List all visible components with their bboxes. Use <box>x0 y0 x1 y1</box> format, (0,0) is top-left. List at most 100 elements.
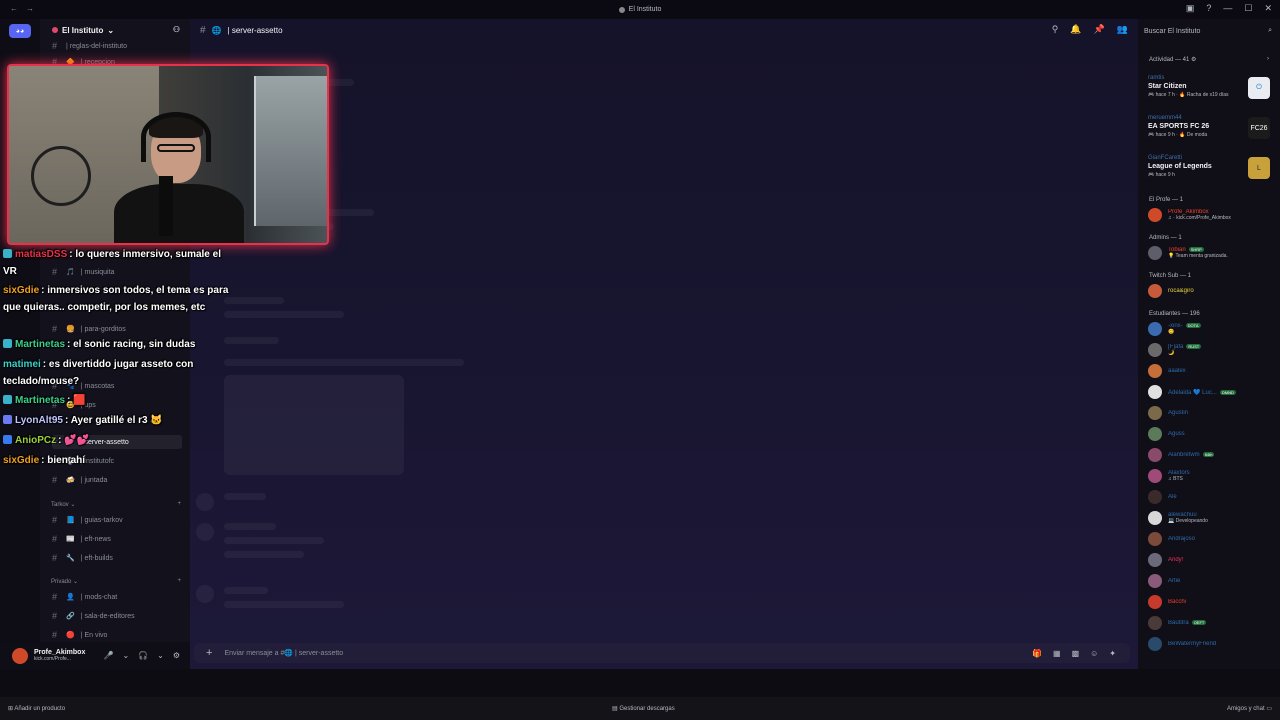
attach-plus-icon[interactable]: + <box>206 647 212 659</box>
gift-icon[interactable]: 🎁 <box>1032 649 1042 658</box>
member-text: Andrajoso <box>1168 536 1195 542</box>
pin-icon[interactable]: 📌 <box>1094 24 1105 35</box>
member-status: ♫ BTS <box>1168 476 1183 482</box>
member-item[interactable]: -xirix- DOTA 😊 <box>1148 320 1272 338</box>
channel-item[interactable]: # 🔴 | En vivo <box>52 628 182 642</box>
category-tarkov[interactable]: Tarkov ⌄ + <box>51 501 181 508</box>
sticker-icon[interactable]: ▩ <box>1072 649 1080 658</box>
channel-item[interactable]: # 🔗 | sala-de-editores <box>52 609 182 623</box>
chat-text: : 🟥 <box>67 395 86 406</box>
member-text: Tobian SHRP 💡 Team menta granizada. <box>1168 247 1228 259</box>
add-product-button[interactable]: ⊞ Añadir un producto <box>8 705 65 712</box>
guild-tag-badge: SHRP <box>1188 247 1204 252</box>
avatar[interactable] <box>12 647 28 664</box>
avatar <box>1148 490 1162 504</box>
member-item[interactable]: [F]afa RUST 🌙 <box>1148 341 1272 359</box>
member-text: Profe_Akimbox ♫ · kick.com/Profe_Akimbox <box>1168 209 1231 221</box>
member-status: 💻 Developeando <box>1168 518 1208 524</box>
activity-title: Actividad — 41 ⚙ <box>1149 57 1197 63</box>
apps-icon[interactable]: ✦ <box>1109 649 1116 658</box>
bell-icon[interactable]: 🔔 <box>1070 24 1081 35</box>
add-channel-icon[interactable]: + <box>177 501 181 508</box>
search-placeholder: Buscar El Instituto <box>1144 27 1201 35</box>
hash-icon: # <box>52 534 58 544</box>
friends-chat-button[interactable]: Amigos y chat ▭ <box>1227 705 1272 712</box>
microphone-icon[interactable]: 🎤 <box>103 651 113 660</box>
member-text: alewachuu 💻 Developeando <box>1168 512 1208 524</box>
role-header: Admins — 1 <box>1149 235 1182 241</box>
member-item[interactable]: BeWatermyFriend <box>1148 635 1272 653</box>
channel-item[interactable]: # 👤 | mods-chat <box>52 590 182 604</box>
threads-icon[interactable]: ⚲ <box>1052 24 1059 35</box>
member-status: 😊 <box>1168 329 1175 335</box>
activity-header[interactable]: Actividad — 41 ⚙ › <box>1149 56 1269 63</box>
member-item[interactable]: Tobian SHRP 💡 Team menta granizada. <box>1148 244 1272 262</box>
member-text: [F]afa RUST 🌙 <box>1168 344 1202 356</box>
chevron-down-icon[interactable]: ⌄ <box>122 651 129 660</box>
chat-text: : el sonic racing, sin dudas <box>67 339 196 350</box>
channel-item[interactable]: # | reglas-del-instituto <box>52 39 182 53</box>
channel-item[interactable]: # 🔧 | eft-builds <box>52 551 182 565</box>
activity-card[interactable]: meruemm44 EA SPORTS FC 26 🎮 hace 9 h · 🔥 D… <box>1148 115 1270 147</box>
channel-emoji-icon: 📰 <box>66 536 75 543</box>
activity-card[interactable]: GianFCaretti League of Legends 🎮 hace 9 hL <box>1148 155 1270 187</box>
channel-label: | para-gorditos <box>80 325 126 333</box>
message-input[interactable]: Enviar mensaje a #🌐 | server-assetto <box>224 649 343 657</box>
member-item[interactable]: Profe_Akimbox ♫ · kick.com/Profe_Akimbox <box>1148 206 1272 224</box>
username: Profe_Akimbox <box>34 649 86 656</box>
members-icon[interactable]: 👥 <box>1117 24 1128 35</box>
member-item[interactable]: Andy! <box>1148 551 1272 569</box>
add-member-icon[interactable]: ⚇ <box>173 25 180 34</box>
member-item[interactable]: Adelaida 💙 Luc... DMND <box>1148 383 1272 401</box>
loading-placeholder <box>224 311 344 318</box>
discord-home-icon[interactable]: ◕◕ <box>9 24 31 38</box>
member-item[interactable]: Bacchi <box>1148 593 1272 611</box>
member-item[interactable]: Ale <box>1148 488 1272 506</box>
window-controls: ▣ ? — ☐ ✕ <box>1186 3 1272 14</box>
avatar <box>1148 616 1162 630</box>
inbox-icon[interactable]: ▣ <box>1186 3 1195 14</box>
chevron-down-icon[interactable]: ⌄ <box>157 651 164 660</box>
member-item[interactable]: Agüss <box>1148 425 1272 443</box>
gear-icon[interactable]: ⚙ <box>173 651 180 660</box>
forward-arrow-icon[interactable]: → <box>26 4 34 13</box>
member-item[interactable]: alewachuu 💻 Developeando <box>1148 509 1272 527</box>
category-privado[interactable]: Privado ⌄ + <box>51 578 181 585</box>
gif-icon[interactable]: ▦ <box>1053 649 1061 658</box>
add-channel-icon[interactable]: + <box>177 578 181 585</box>
help-icon[interactable]: ? <box>1206 3 1211 14</box>
channel-label: | reglas-del-instituto <box>66 42 127 50</box>
member-item[interactable]: Agustin <box>1148 404 1272 422</box>
minimize-button[interactable]: — <box>1223 3 1232 14</box>
close-button[interactable]: ✕ <box>1264 3 1272 14</box>
member-item[interactable]: aaalex <box>1148 362 1272 380</box>
chat-message: LyonAlt95: Ayer gatillé el r3 🐱 <box>3 412 235 429</box>
chat-badge-icon <box>3 339 12 348</box>
channel-item[interactable]: # 🍻 | juntada <box>52 473 182 487</box>
activity-card[interactable]: ramtis Star Citizen 🎮 hace 7 h · 🔥 Racha d… <box>1148 75 1270 107</box>
manage-downloads-button[interactable]: ▤ Gestionar descargas <box>612 705 675 712</box>
headphones-icon[interactable]: 🎧 <box>138 651 148 660</box>
member-item[interactable]: Artie <box>1148 572 1272 590</box>
server-header[interactable]: El Instituto ⌄ ⚇ <box>40 19 190 41</box>
emoji-icon[interactable]: ☺ <box>1090 649 1098 658</box>
chevron-right-icon[interactable]: › <box>1267 56 1269 63</box>
user-controls: 🎤 ⌄ 🎧 ⌄ ⚙ <box>103 651 180 660</box>
channel-item[interactable]: # 📰 | eft-news <box>52 532 182 546</box>
chat-message: sixGdie: inmersivos son todos, el tema e… <box>3 282 235 316</box>
channel-item[interactable]: # 📘 | guias-tarkov <box>52 513 182 527</box>
maximize-button[interactable]: ☐ <box>1244 3 1252 14</box>
member-item[interactable]: Bautitra OEFT <box>1148 614 1272 632</box>
message-composer[interactable]: + Enviar mensaje a #🌐 | server-assetto 🎁… <box>194 643 1130 663</box>
member-text: Alanbretwm 64th <box>1168 452 1215 458</box>
channel-item[interactable]: # 🍔 | para-gorditos <box>52 322 182 336</box>
member-item[interactable]: roca&giro <box>1148 282 1272 300</box>
member-item[interactable]: Andrajoso <box>1148 530 1272 548</box>
server-name: El Instituto <box>62 25 104 35</box>
back-arrow-icon[interactable]: ← <box>10 4 18 13</box>
role-header: Estudiantes — 196 <box>1149 311 1200 317</box>
member-item[interactable]: Alanbretwm 64th <box>1148 446 1272 464</box>
search-input[interactable]: Buscar El Instituto ⌕ <box>1144 24 1272 38</box>
member-item[interactable]: Alaxtors ♫ BTS <box>1148 467 1272 485</box>
avatar <box>1148 364 1162 378</box>
